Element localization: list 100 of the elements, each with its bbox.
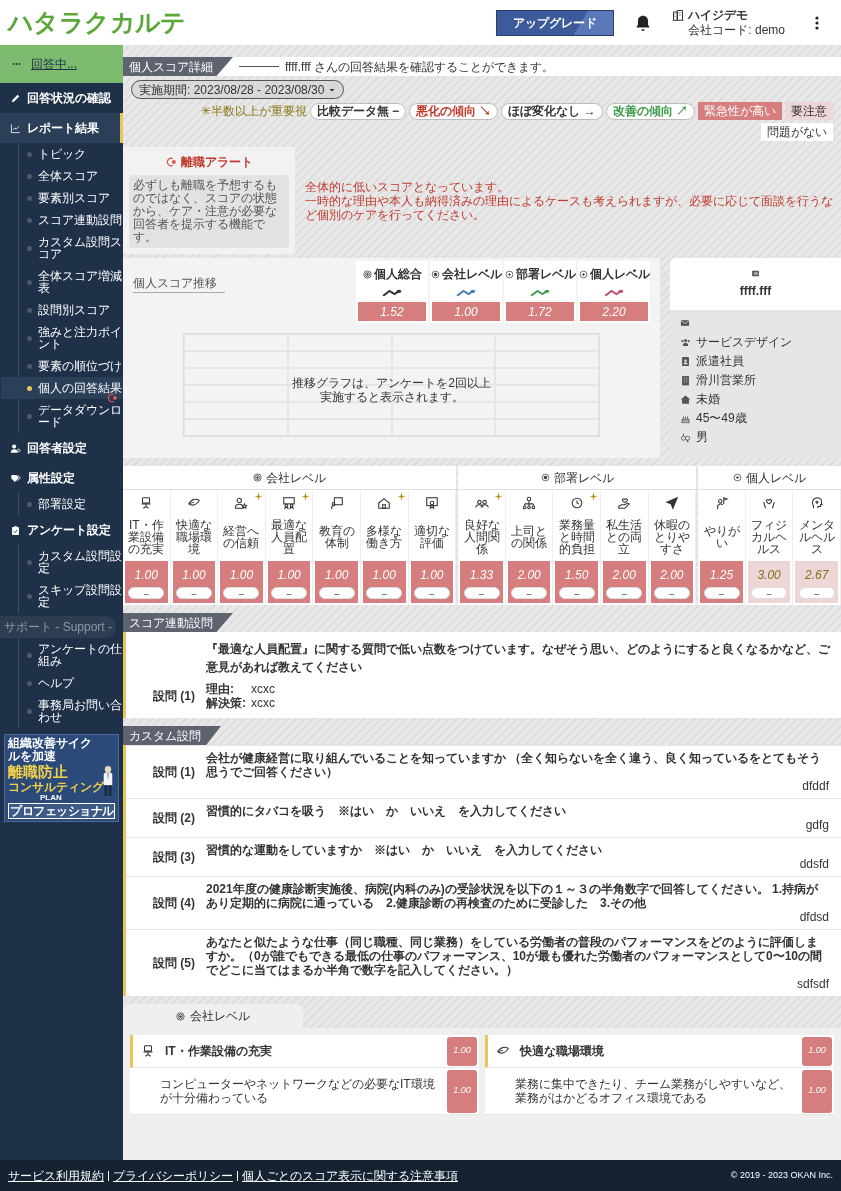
user-settings-icon xyxy=(10,442,21,454)
nav-subitem[interactable]: データダウンロード xyxy=(19,399,123,433)
banner-headline: 離職防止 xyxy=(8,763,69,781)
profile-attribute: 男 xyxy=(696,429,708,446)
score-value: 1.00 xyxy=(420,566,444,584)
trend-pill: – xyxy=(511,586,548,599)
chart-icon xyxy=(10,122,21,134)
nav-item[interactable]: 属性設定 xyxy=(0,463,123,493)
legend-note: ✳半数以上が重要視 xyxy=(200,103,307,120)
element-label: 適切な評価 xyxy=(412,522,451,552)
element-label: メンタルヘルス xyxy=(797,516,836,558)
legend-chip: 緊急性が高い xyxy=(698,102,782,120)
trend-pill: – xyxy=(318,586,355,599)
id-card-icon xyxy=(751,268,760,278)
nav-item[interactable]: レポート結果 xyxy=(0,113,123,143)
score-label: 個人レベル xyxy=(589,266,650,283)
nav-subitem[interactable]: 要素の順位づけ xyxy=(19,355,123,377)
legend-chip: ほぼ変化なし → xyxy=(501,102,603,120)
profile-attribute: サービスデザイン xyxy=(696,334,792,351)
element-label: 業務量と時間的負担 xyxy=(557,516,596,558)
trend-pill: – xyxy=(703,586,740,599)
nav-subitem[interactable]: 要素別スコア xyxy=(19,187,123,209)
profile-attribute: 派遣社員 xyxy=(696,353,744,370)
head-heart-icon xyxy=(809,496,824,510)
question-text: 業務に集中できたり、チーム業務がしやすいなど、業務がはかどるオフィス環境である xyxy=(515,1077,792,1105)
nav-subitem[interactable]: 部署設定 xyxy=(19,493,123,515)
consulting-banner[interactable]: 組織改善サイクルを加速 離職防止 コンサルティング PLAN プロフェッショナル xyxy=(4,734,119,822)
chart-title: 個人スコア推移 xyxy=(133,274,225,293)
house-icon xyxy=(680,393,691,405)
element-label: やりがい xyxy=(702,522,741,552)
certificate-icon xyxy=(424,496,439,510)
score-label: 個人総合 xyxy=(373,266,422,283)
heart-hands-icon xyxy=(762,496,777,510)
legend-chip: 改善の傾向 ↗ xyxy=(605,102,695,120)
score-value: 3.00 xyxy=(757,566,781,584)
company-name: ハイジデモ xyxy=(688,8,750,23)
score-value: 1.00 xyxy=(277,566,301,584)
answer-value: gdfg xyxy=(805,819,829,832)
score-value: 1.00 xyxy=(325,566,349,584)
nav-subitem[interactable]: 事務局お問い合わせ xyxy=(19,694,123,728)
copyright: © 2019 - 2023 OKAN Inc. xyxy=(730,1168,833,1182)
level-tab[interactable]: 会社レベル xyxy=(123,1004,303,1028)
group-icon xyxy=(680,336,691,348)
nav-subitem[interactable]: トピック xyxy=(19,143,123,165)
alert-icon xyxy=(165,156,178,168)
score-value: 1.25 xyxy=(709,566,734,584)
element-title: 快適な職場環境 xyxy=(520,1043,605,1060)
answer-label: 解決策: xyxy=(206,696,247,710)
nav-subitem[interactable]: アンケートの仕組み xyxy=(19,638,123,672)
footer-link[interactable]: プライバシーポリシー xyxy=(113,1166,233,1185)
score-value: 2.00 xyxy=(612,566,636,584)
trend-pill: – xyxy=(128,586,165,599)
nav-item[interactable]: 回答者設定 xyxy=(0,433,123,463)
score-tile: 1.00 xyxy=(447,1036,477,1066)
trend-pill: – xyxy=(463,586,500,599)
question-number: 設問 (2) xyxy=(152,810,196,827)
profile-attribute: 45〜49歳 xyxy=(696,410,747,427)
nav-subitem[interactable]: 設問別スコア xyxy=(19,299,123,321)
nav-subitem[interactable]: 強みと注力ポイント xyxy=(19,321,123,355)
answer-value: xcxc xyxy=(251,682,275,696)
nav-item[interactable]: アンケート設定 xyxy=(0,515,123,545)
chart-empty-message: 実施すると表示されます。 xyxy=(319,390,464,404)
nav-subitem[interactable]: カスタム設問スコア xyxy=(19,231,123,265)
period-select[interactable]: 実施期間: 2023/08/28 - 2023/08/30 xyxy=(131,80,345,99)
nav-item[interactable]: 回答状況の確認 xyxy=(0,83,123,113)
trend-pill: – xyxy=(175,586,212,599)
footer-link[interactable]: サービス利用規約 xyxy=(8,1166,104,1185)
answer-value: sdfsdf xyxy=(797,978,829,991)
element-label: 最適な人員配置 xyxy=(270,516,309,558)
level-heading: 会社レベル xyxy=(266,469,327,487)
level-heading: 個人レベル xyxy=(746,469,807,487)
nav-subitem[interactable]: カスタム設問設定 xyxy=(19,545,123,579)
score-value: 2.00 xyxy=(660,566,684,584)
nav-subitem[interactable]: スキップ設問設定 xyxy=(19,579,123,613)
element-label: 良好な人間関係 xyxy=(462,516,501,558)
element-label: フィジカルヘルス xyxy=(750,516,789,558)
score-value: 1.00 xyxy=(432,302,500,321)
status-link[interactable]: 回答中... xyxy=(31,55,77,73)
upgrade-button[interactable]: アップグレード xyxy=(496,9,615,36)
score-value: 1.00 xyxy=(182,566,206,584)
gender-icon xyxy=(680,431,691,443)
question-number: 設問 (4) xyxy=(152,895,196,912)
company-code: 会社コード: demo xyxy=(688,23,785,37)
nav-subitem[interactable]: ヘルプ xyxy=(19,672,123,694)
building-icon xyxy=(672,9,685,21)
clipboard-check-icon xyxy=(10,524,21,536)
level-heading: 部署レベル xyxy=(553,469,614,487)
bell-icon xyxy=(634,13,653,32)
alert-description: 必ずしも離職を予想するものではなく、スコアの状態から、ケア・注意が必要な回答者を提示する機能です。 xyxy=(129,175,289,248)
score-tile: 1.00 xyxy=(802,1036,832,1066)
footer-link[interactable]: 個人ごとのスコア表示に関する注意事項 xyxy=(242,1166,458,1185)
dots-icon xyxy=(10,60,23,68)
nav-subitem[interactable]: 全体スコア xyxy=(19,165,123,187)
id-badge-icon xyxy=(680,355,691,367)
trend-pill: – xyxy=(751,586,788,599)
trend-pill: – xyxy=(653,586,690,599)
nav-subitem[interactable]: スコア連動設問 xyxy=(19,209,123,231)
element-label: 経営への信頼 xyxy=(222,522,261,552)
nav-subitem[interactable]: 全体スコア増減表 xyxy=(19,265,123,299)
score-value: 1.00 xyxy=(372,566,396,584)
